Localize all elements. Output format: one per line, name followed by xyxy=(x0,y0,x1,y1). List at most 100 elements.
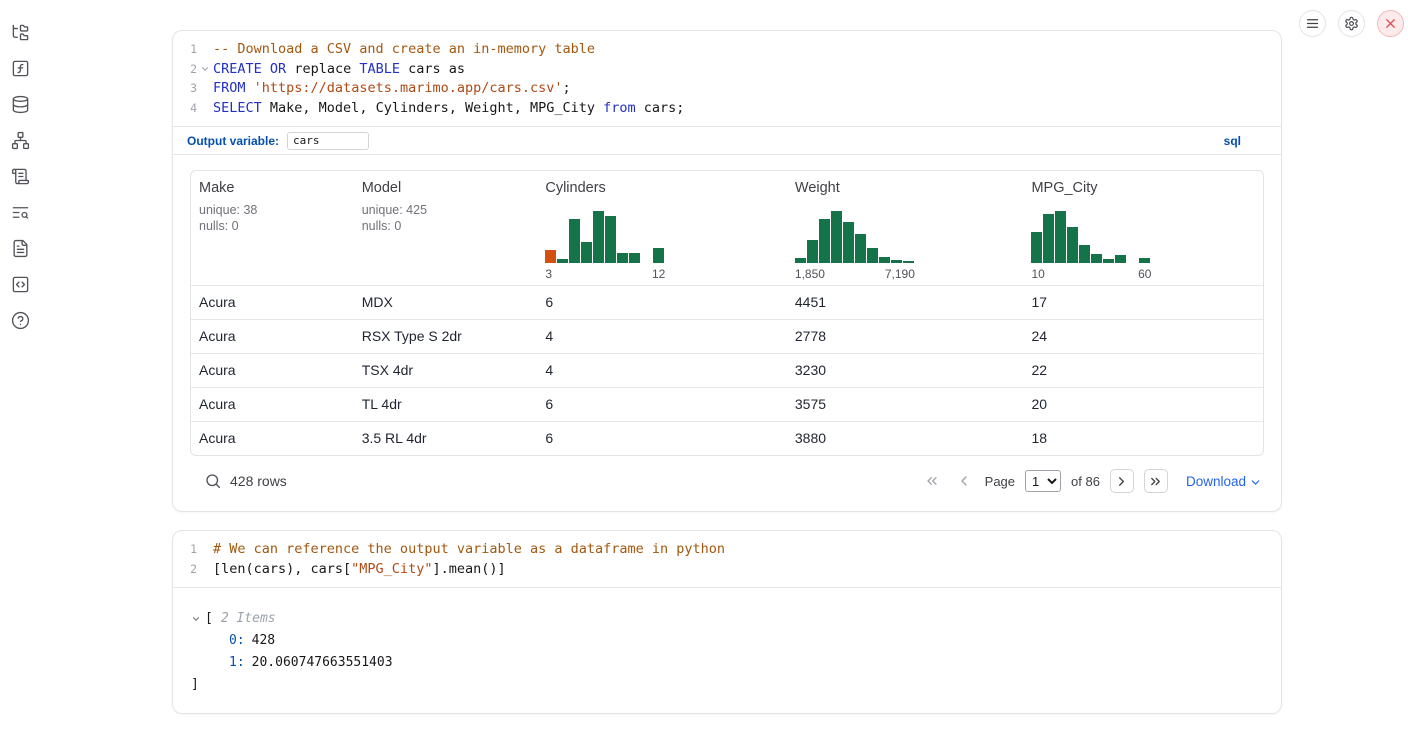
table-cell: 4451 xyxy=(787,286,1024,319)
pagination: Page 1 of 86 Download xyxy=(921,469,1262,493)
hist-bar xyxy=(855,234,866,263)
code-line[interactable]: 3FROM 'https://datasets.marimo.app/cars.… xyxy=(173,79,1281,99)
column-header-weight[interactable]: Weight xyxy=(787,171,1024,196)
first-page-button[interactable] xyxy=(921,470,943,492)
dependency-graph-icon[interactable] xyxy=(11,131,30,150)
output-variable-label: Output variable: xyxy=(187,134,279,148)
column-stats-cylinders: 312 xyxy=(537,196,787,285)
hist-bar xyxy=(1139,258,1150,263)
histogram-mpg_city[interactable]: 1060 xyxy=(1031,211,1151,281)
output-variable-input[interactable] xyxy=(287,132,369,150)
table-row[interactable]: AcuraRSX Type S 2dr4277824 xyxy=(191,319,1263,353)
page-select[interactable]: 1 xyxy=(1025,470,1061,492)
column-stats-mpg_city: 1060 xyxy=(1023,196,1263,285)
file-explorer-icon[interactable] xyxy=(11,23,30,42)
fold-spacer xyxy=(197,99,213,119)
column-header-mpg_city[interactable]: MPG_City xyxy=(1023,171,1263,196)
notebook-actions xyxy=(1299,10,1404,37)
table-cell: TSX 4dr xyxy=(354,354,538,387)
line-number: 1 xyxy=(173,40,197,60)
snippets-icon[interactable] xyxy=(11,275,30,294)
table-row[interactable]: AcuraTL 4dr6357520 xyxy=(191,387,1263,421)
table-cell: 2778 xyxy=(787,320,1024,353)
column-stats-make: unique: 38nulls: 0 xyxy=(191,196,354,285)
datasources-icon[interactable] xyxy=(11,95,30,114)
table-cell: 4 xyxy=(537,320,787,353)
menu-button[interactable] xyxy=(1299,10,1326,37)
last-page-button[interactable] xyxy=(1144,469,1168,493)
tree-entry-value: 428 xyxy=(252,630,275,652)
table-row[interactable]: AcuraMDX6445117 xyxy=(191,285,1263,319)
hist-bar xyxy=(819,219,830,263)
outline-scroll-icon[interactable] xyxy=(11,167,30,186)
hist-bar xyxy=(617,253,628,263)
hist-bar xyxy=(879,257,890,263)
items-count-label: 2 Items xyxy=(221,608,276,630)
code-line[interactable]: 2[len(cars), cars["MPG_City"].mean()] xyxy=(173,560,1281,580)
tree-entry-key: 0: xyxy=(229,630,245,652)
table-cell: 3880 xyxy=(787,422,1024,455)
hist-bar xyxy=(1055,211,1066,263)
histogram-weight[interactable]: 1,8507,190 xyxy=(795,211,915,281)
output-variable-row: Output variable: sql xyxy=(173,126,1281,154)
hist-bar xyxy=(807,240,818,263)
hist-bar xyxy=(593,211,604,263)
shutdown-button[interactable] xyxy=(1377,10,1404,37)
column-header-make[interactable]: Make xyxy=(191,171,354,196)
code-line[interactable]: 1-- Download a CSV and create an in-memo… xyxy=(173,40,1281,60)
code-line[interactable]: 2CREATE OR replace TABLE cars as xyxy=(173,60,1281,80)
table-footer: 428 rows Page 1 of 86 xyxy=(190,466,1264,496)
next-page-button[interactable] xyxy=(1110,469,1134,493)
hist-bar xyxy=(831,211,842,263)
histogram-cylinders[interactable]: 312 xyxy=(545,211,665,281)
hist-bar xyxy=(569,219,580,263)
hist-bar xyxy=(843,222,854,263)
hist-bar xyxy=(867,248,878,263)
table-cell: 3.5 RL 4dr xyxy=(354,422,538,455)
download-button[interactable]: Download xyxy=(1186,474,1262,489)
line-number: 2 xyxy=(173,60,197,80)
table-cell: Acura xyxy=(191,388,354,421)
hist-bar xyxy=(891,260,902,263)
hist-bar xyxy=(557,259,568,263)
table-row[interactable]: AcuraTSX 4dr4323022 xyxy=(191,353,1263,387)
table-row[interactable]: Acura3.5 RL 4dr6388018 xyxy=(191,421,1263,455)
python-output-tree: [ 2 Items 0: 428 1: 20.060747663551403 ] xyxy=(173,587,1281,713)
table-search-icon[interactable] xyxy=(204,472,222,490)
settings-button[interactable] xyxy=(1338,10,1365,37)
column-header-model[interactable]: Model xyxy=(354,171,538,196)
hist-bar xyxy=(903,261,914,263)
hist-bar xyxy=(1103,259,1114,263)
documentation-icon[interactable] xyxy=(11,239,30,258)
hist-bar xyxy=(629,253,640,263)
collapse-chevron-icon[interactable] xyxy=(191,614,205,624)
line-number: 3 xyxy=(173,79,197,99)
hist-bar xyxy=(1067,227,1078,263)
fold-spacer xyxy=(197,79,213,99)
fold-chevron-icon[interactable] xyxy=(197,60,213,80)
table-cell: 6 xyxy=(537,422,787,455)
language-badge[interactable]: sql xyxy=(1224,134,1241,148)
table-stats-row: unique: 38nulls: 0unique: 425nulls: 0312… xyxy=(191,196,1263,285)
logs-search-icon[interactable] xyxy=(11,203,30,222)
download-label: Download xyxy=(1186,474,1246,489)
variables-icon[interactable] xyxy=(11,59,30,78)
sql-code-editor[interactable]: 1-- Download a CSV and create an in-memo… xyxy=(173,31,1281,126)
column-header-cylinders[interactable]: Cylinders xyxy=(537,171,787,196)
table-cell: Acura xyxy=(191,320,354,353)
table-cell: MDX xyxy=(354,286,538,319)
column-stats-weight: 1,8507,190 xyxy=(787,196,1024,285)
fold-spacer xyxy=(197,560,213,580)
tree-close-line: ] xyxy=(191,674,1264,696)
python-code-editor[interactable]: 1# We can reference the output variable … xyxy=(173,531,1281,587)
table-body: AcuraMDX6445117AcuraRSX Type S 2dr427782… xyxy=(191,285,1263,455)
table-cell: 3575 xyxy=(787,388,1024,421)
fold-spacer xyxy=(197,40,213,60)
table-cell: Acura xyxy=(191,422,354,455)
code-line[interactable]: 4SELECT Make, Model, Cylinders, Weight, … xyxy=(173,99,1281,119)
help-icon[interactable] xyxy=(11,311,30,330)
previous-page-button[interactable] xyxy=(953,470,975,492)
column-stats-model: unique: 425nulls: 0 xyxy=(354,196,538,285)
code-line[interactable]: 1# We can reference the output variable … xyxy=(173,540,1281,560)
hist-bar xyxy=(1115,255,1126,263)
